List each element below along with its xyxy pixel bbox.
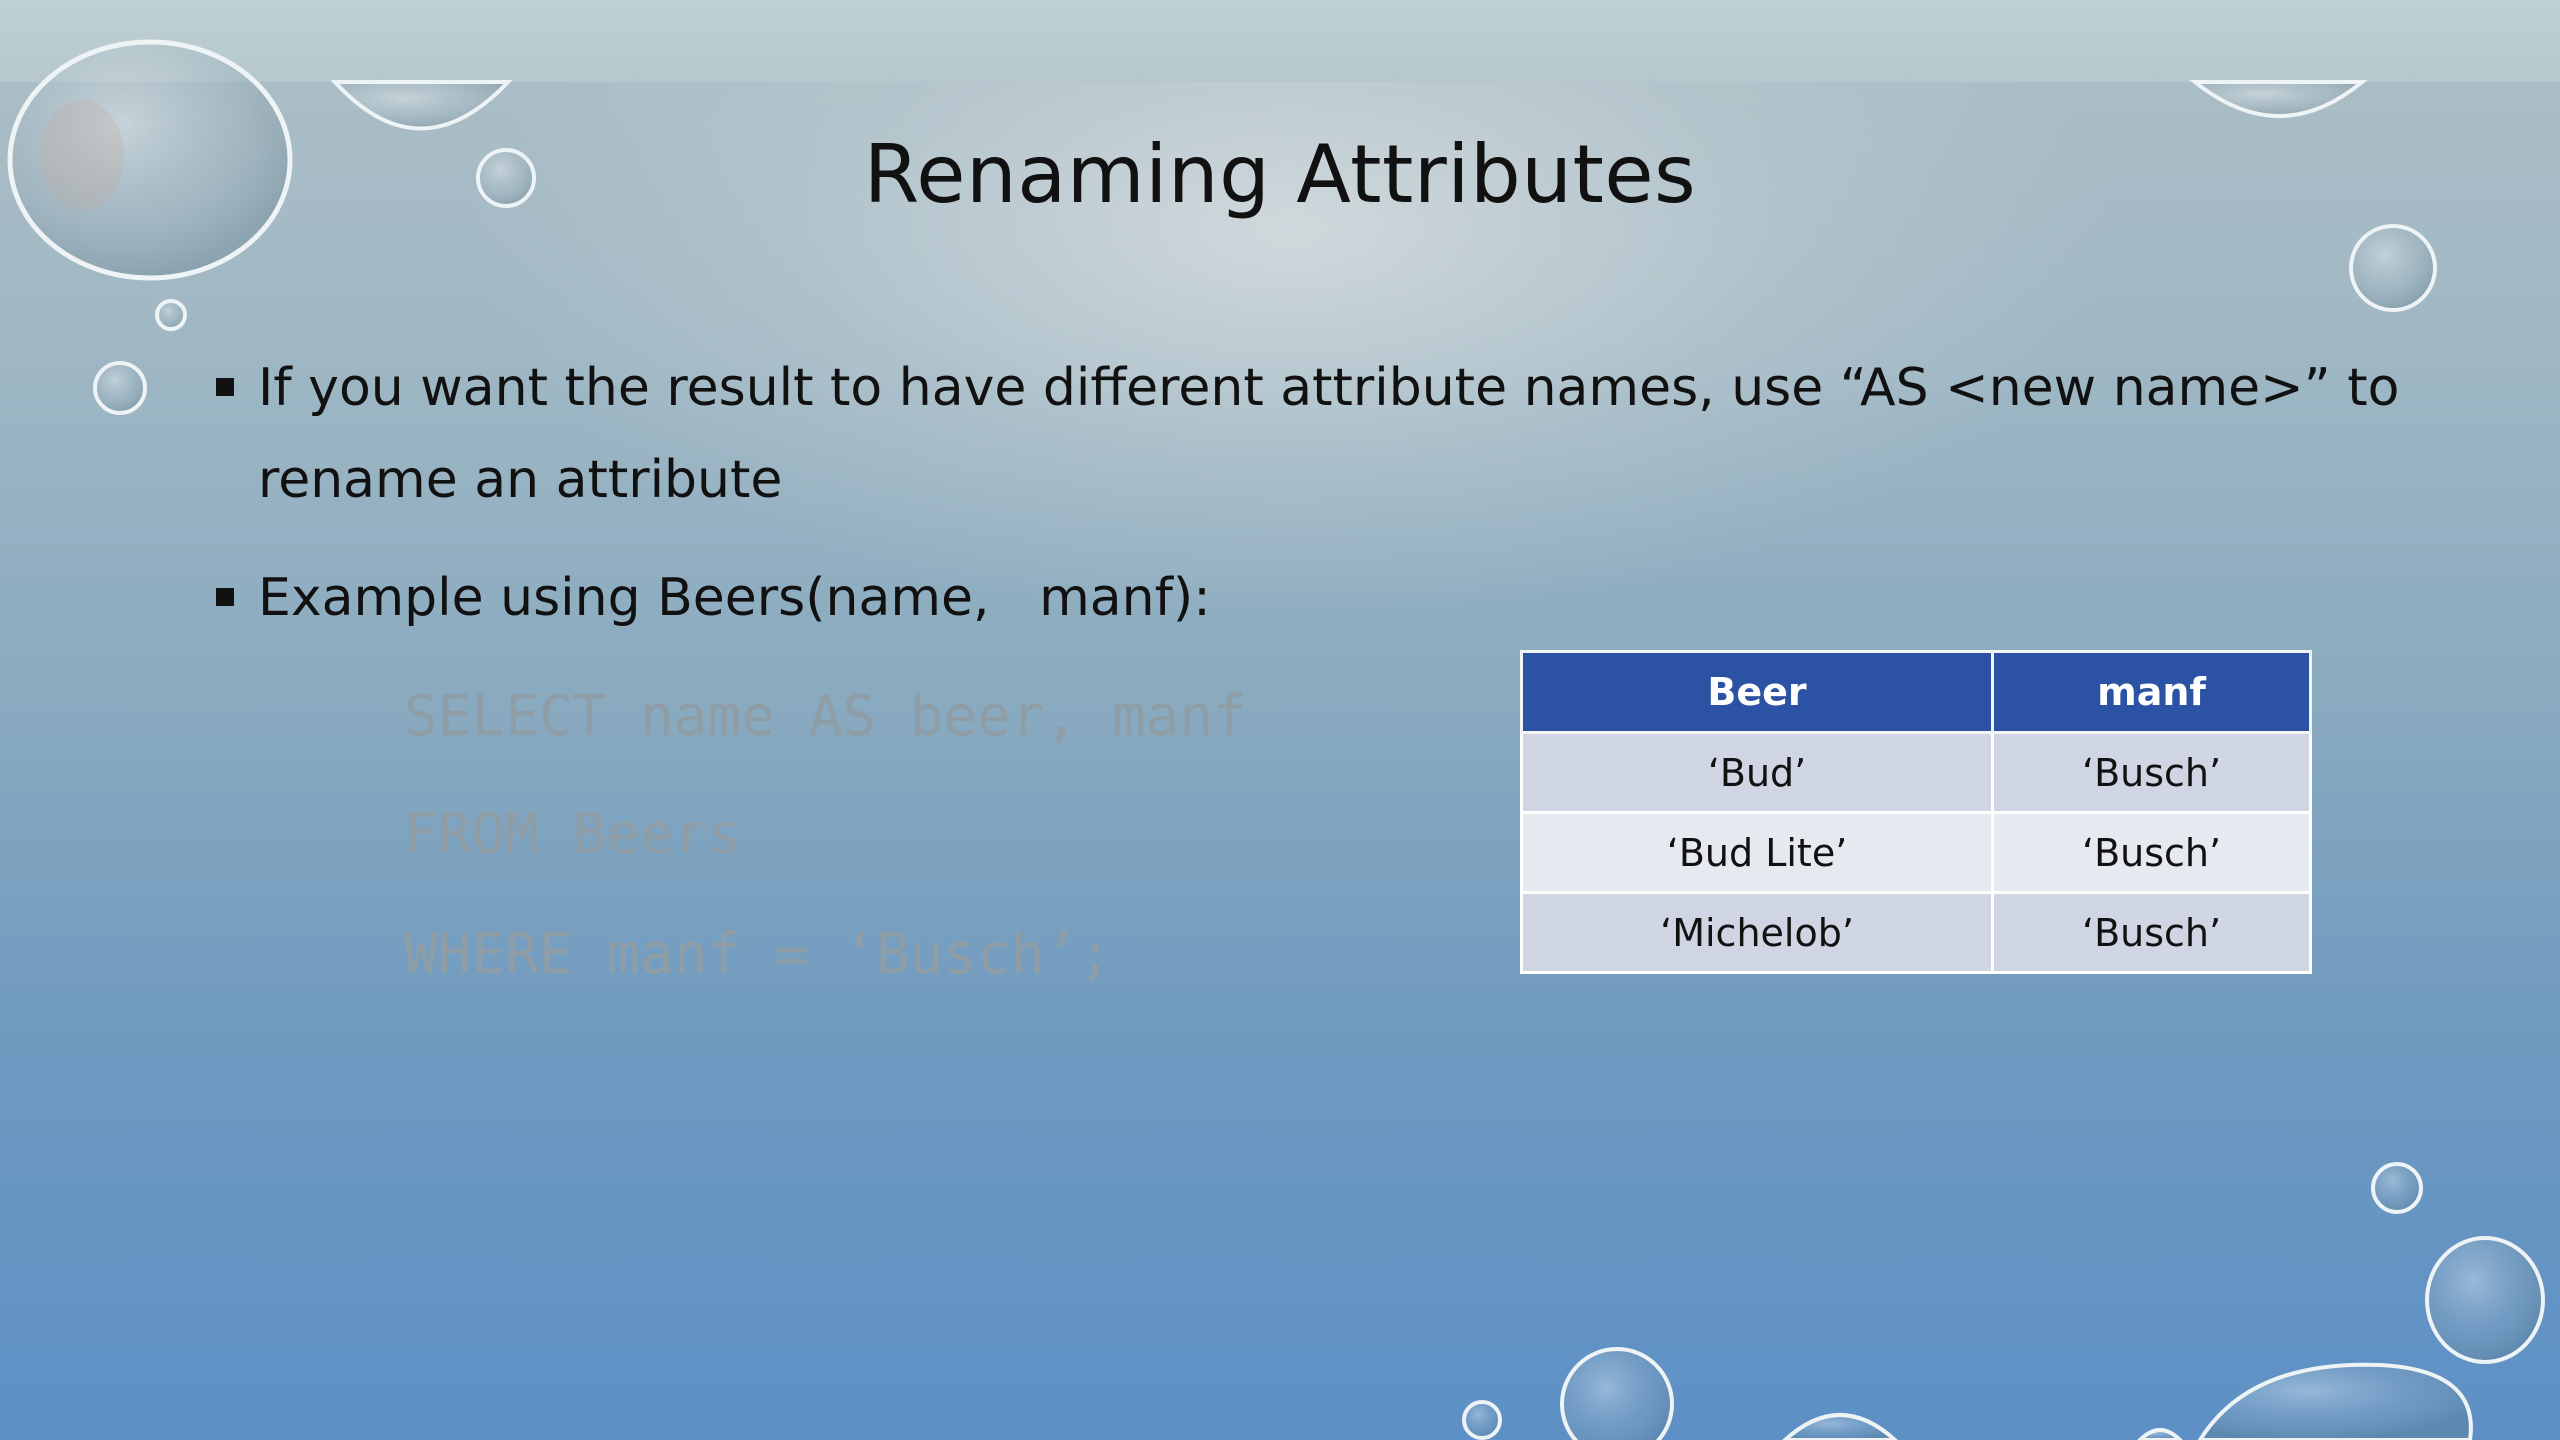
- table-header-manf: manf: [1991, 650, 2312, 734]
- bullet-1-line-1: If you want the result to have different…: [258, 358, 2400, 418]
- table-header-beer: Beer: [1519, 650, 1995, 734]
- top-strip: [0, 0, 2560, 82]
- bullet-marker-1: [216, 378, 234, 396]
- slide: Renaming Attributes If you want the resu…: [0, 0, 2560, 1440]
- table-row: ‘Michelob’ ‘Busch’: [1519, 891, 2312, 974]
- bullet-2-line-1: Example using Beers(name, manf):: [258, 568, 1211, 628]
- table-row: ‘Bud’ ‘Busch’: [1519, 731, 2312, 814]
- table-row: ‘Bud Lite’ ‘Busch’: [1519, 811, 2312, 894]
- bullet-1-line-2: rename an attribute: [258, 450, 783, 510]
- code-line-from: FROM Beers: [404, 802, 742, 867]
- table-cell-beer: ‘Michelob’: [1519, 891, 1995, 974]
- slide-title: Renaming Attributes: [863, 128, 1697, 221]
- drop-bottomright: [2197, 1162, 2545, 1440]
- table-cell-beer: ‘Bud’: [1519, 731, 1995, 814]
- code-line-select: SELECT name AS beer, manf: [404, 684, 1247, 749]
- result-table: Beer manf ‘Bud’ ‘Busch’ ‘Bud Lite’ ‘Busc…: [1519, 650, 2312, 974]
- code-line-where: WHERE manf = ‘Busch’;: [404, 922, 1113, 987]
- bullet-marker-2: [216, 588, 234, 606]
- table-cell-manf: ‘Busch’: [1991, 731, 2312, 814]
- table-cell-manf: ‘Busch’: [1991, 811, 2312, 894]
- drop-bottom-center: [1462, 1347, 2183, 1440]
- table-cell-manf: ‘Busch’: [1991, 891, 2312, 974]
- table-cell-beer: ‘Bud Lite’: [1519, 811, 1995, 894]
- table-header-row: Beer manf: [1519, 650, 2312, 734]
